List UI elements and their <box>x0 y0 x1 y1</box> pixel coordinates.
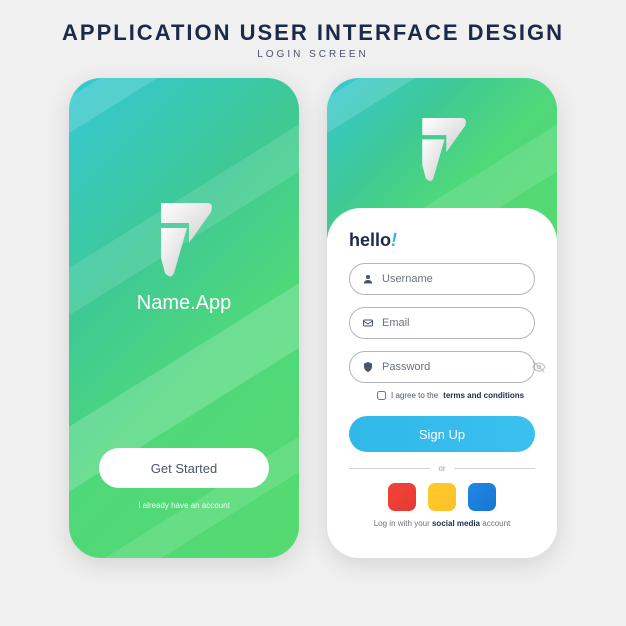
social-red-button[interactable] <box>388 483 416 511</box>
mail-icon <box>362 317 374 329</box>
app-logo-icon <box>412 113 472 183</box>
social-yellow-button[interactable] <box>428 483 456 511</box>
page-header: APPLICATION USER INTERFACE DESIGN LOGIN … <box>0 0 626 68</box>
app-logo-icon <box>149 198 219 278</box>
social-buttons <box>349 483 535 511</box>
or-divider: or <box>349 464 535 473</box>
username-input[interactable] <box>382 273 524 285</box>
email-field[interactable] <box>349 307 535 339</box>
terms-checkbox[interactable] <box>377 391 386 400</box>
phone-welcome: Name.App Get Started I already have an a… <box>69 78 299 558</box>
or-label: or <box>438 464 445 473</box>
terms-prefix: I agree to the <box>391 391 438 400</box>
terms-row: I agree to the terms and conditions <box>377 391 535 400</box>
eye-off-icon[interactable] <box>532 360 546 374</box>
get-started-button[interactable]: Get Started <box>99 448 269 488</box>
email-input[interactable] <box>382 317 524 329</box>
login-card: hello! <box>327 208 557 558</box>
page-title: APPLICATION USER INTERFACE DESIGN <box>0 20 626 46</box>
shield-icon <box>362 361 374 373</box>
social-text: Log in with your social media account <box>349 519 535 528</box>
password-input[interactable] <box>382 361 524 373</box>
terms-link[interactable]: terms and conditions <box>443 391 524 400</box>
user-icon <box>362 273 374 285</box>
social-blue-button[interactable] <box>468 483 496 511</box>
app-name: Name.App <box>137 292 232 315</box>
username-field[interactable] <box>349 263 535 295</box>
existing-account-link[interactable]: I already have an account <box>138 501 230 510</box>
signup-button[interactable]: Sign Up <box>349 416 535 452</box>
page-subtitle: LOGIN SCREEN <box>0 49 626 60</box>
phone-mockups: Name.App Get Started I already have an a… <box>0 78 626 558</box>
phone-login: hello! <box>327 78 557 558</box>
hello-heading: hello! <box>349 230 535 251</box>
password-field[interactable] <box>349 351 535 383</box>
